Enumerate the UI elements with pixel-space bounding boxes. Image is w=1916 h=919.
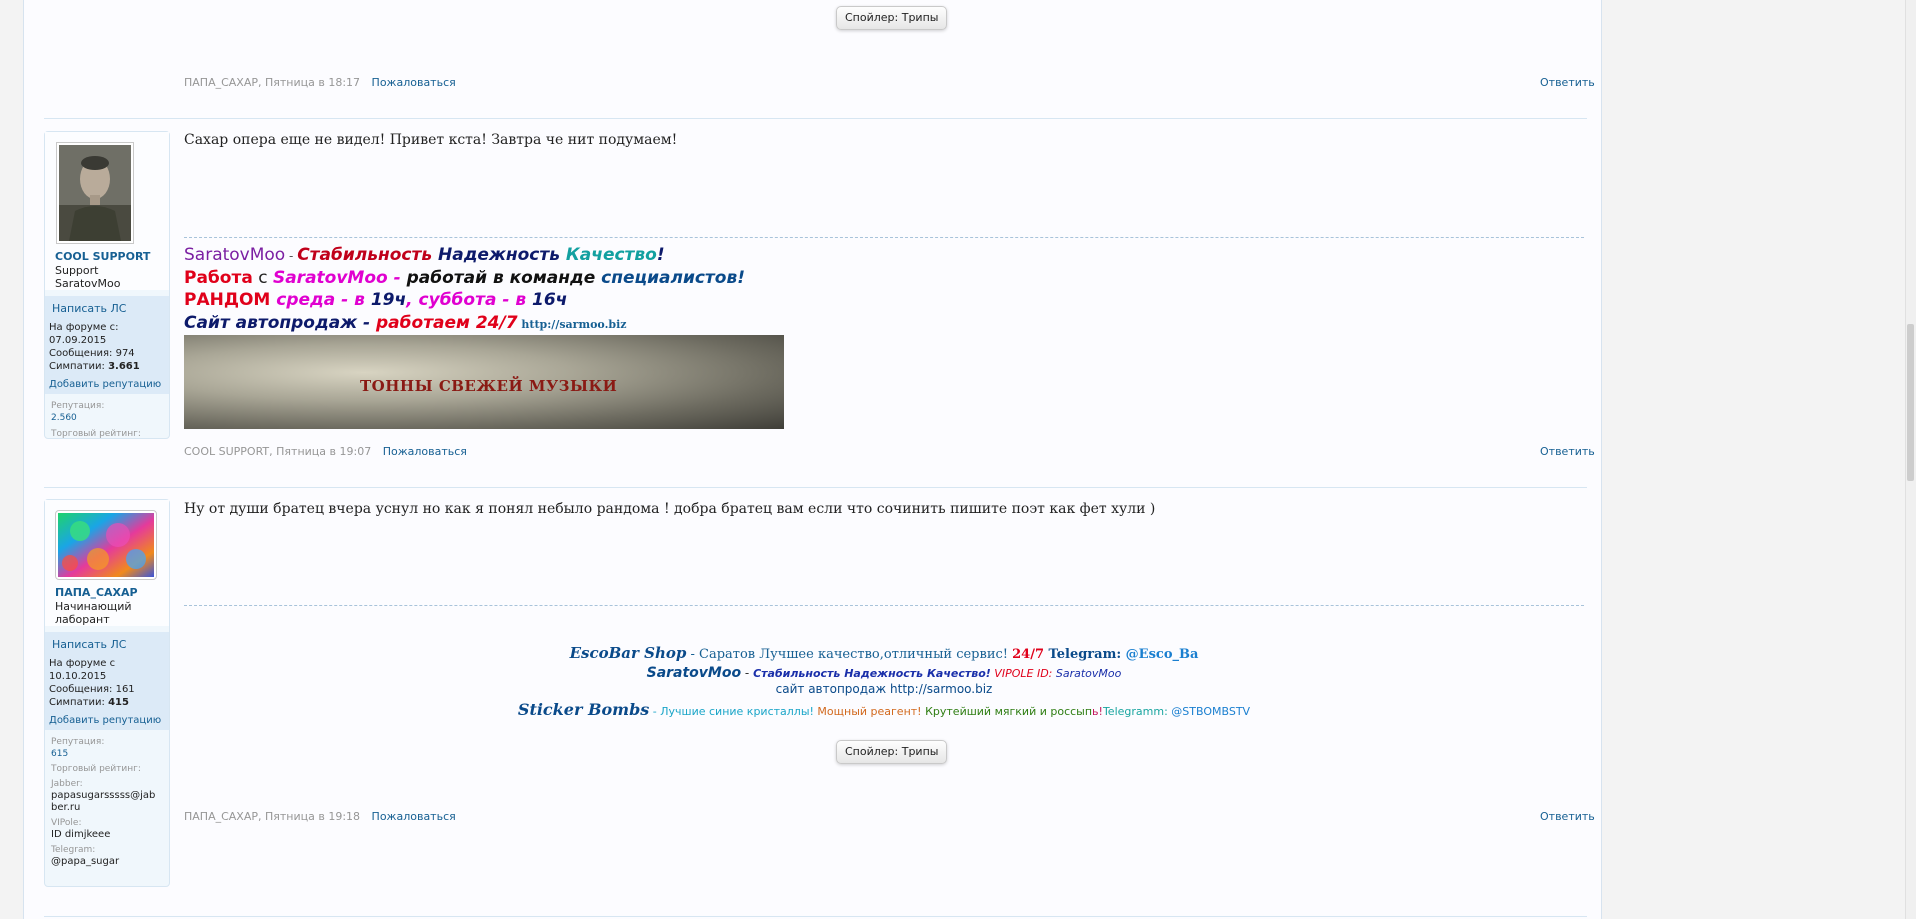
user-title: Начинающий лаборант [55, 600, 132, 626]
message-count: Сообщения: 161 [49, 684, 135, 695]
message-count: Сообщения: 974 [49, 348, 135, 359]
signature-line: Работа с SaratovMoo - работай в команде … [184, 268, 745, 288]
message-text: Сахар опера еще не видел! Привет кста! З… [184, 132, 678, 148]
reputation-value[interactable]: 615 [51, 748, 169, 760]
post-date: , Пятница в 19:18 [258, 810, 361, 823]
send-pm-link[interactable]: Написать ЛС [52, 638, 165, 651]
vipole-label: VIPole: [51, 818, 82, 828]
avatar[interactable] [55, 510, 157, 580]
trade-rating-label: Торговый рейтинг: [51, 764, 141, 774]
telegram-label: Telegram: [51, 845, 96, 855]
user-stats: Написать ЛС На форуме с: 07.09.2015 Сообщ… [45, 296, 169, 394]
post-date: , Пятница в 18:17 [258, 76, 361, 89]
avatar-picture [58, 513, 154, 577]
banner-text: ТОННЫ СВЕЖЕЙ МУЗЫКИ [360, 377, 618, 395]
scrollbar-thumb[interactable] [1907, 324, 1914, 481]
jabber-label: Jabber: [51, 779, 83, 789]
post-author-link[interactable]: ПАПА_САХАР [184, 810, 258, 823]
user-info-sidebar: ПАПА_САХАР Начинающий лаборант Написать … [44, 499, 170, 887]
post-meta: COOL SUPPORT, Пятница в 19:07 Пожаловать… [184, 445, 467, 458]
reputation-label: Репутация: [51, 401, 105, 411]
reply-link[interactable]: Ответить [1540, 445, 1595, 458]
post-meta: ПАПА_САХАР, Пятница в 19:18 Пожаловаться [184, 810, 456, 823]
report-link[interactable]: Пожаловаться [372, 810, 456, 823]
post-date: , Пятница в 19:07 [269, 445, 372, 458]
post-author-link[interactable]: ПАПА_САХАР [184, 76, 258, 89]
reputation-value[interactable]: 2.560 [51, 412, 169, 424]
user-info-sidebar: COOL SUPPORT Support SaratovMoo Написать… [44, 131, 170, 439]
signature-link[interactable]: http://sarmoo.biz [518, 318, 626, 331]
signature-line: Сайт автопродаж - работаем 24/7 http://s… [184, 313, 627, 333]
post-separator [44, 916, 1587, 917]
trade-rating-label: Торговый рейтинг: [51, 429, 141, 439]
post-separator [44, 487, 1587, 488]
username-link[interactable]: ПАПА_САХАР [55, 586, 169, 599]
report-link[interactable]: Пожаловаться [383, 445, 467, 458]
reply-link[interactable]: Ответить [1540, 76, 1595, 89]
reply-link[interactable]: Ответить [1540, 810, 1595, 823]
avatar-photo [59, 145, 131, 241]
reputation-label: Репутация: [51, 737, 105, 747]
signature-line: EscoBar Shop - Саратов Лучшее качество,о… [569, 644, 1199, 662]
jabber-value: papasugarsssss@jabber.ru [51, 790, 156, 813]
telegram-value: @papa_sugar [51, 856, 120, 867]
send-pm-link[interactable]: Написать ЛС [52, 302, 165, 315]
joined-date: На форуме с 10.10.2015 [49, 658, 116, 682]
signature-line: РАНДОМ среда - в 19ч, суббота - в 16ч [184, 290, 568, 310]
likes-count: Симпатии: 3.661 [49, 361, 140, 372]
report-link[interactable]: Пожаловаться [372, 76, 456, 89]
signature-line: сайт автопродаж http://sarmoo.biz [184, 682, 1584, 696]
signature-line: SaratovMoo - Стабильность Надежность Кач… [646, 665, 1122, 681]
post-separator [44, 118, 1587, 119]
spoiler-button[interactable]: Спойлер: Трипы [836, 740, 948, 764]
message-text: Ну от души братец вчера уснул но как я п… [184, 501, 1156, 517]
site-link[interactable]: сайт автопродаж http://sarmoo.biz [776, 682, 993, 696]
signature-line: Sticker Bombs - Лучшие синие кристаллы! … [517, 700, 1251, 719]
post-author-link[interactable]: COOL SUPPORT [184, 445, 269, 458]
add-reputation-link[interactable]: Добавить репутацию [49, 379, 165, 390]
telegram-link[interactable]: @Esco_Ba [1126, 647, 1199, 662]
signature-divider [184, 237, 1584, 238]
joined-date: На форуме с: 07.09.2015 [49, 322, 119, 346]
username-link[interactable]: COOL SUPPORT [55, 250, 169, 263]
add-reputation-link[interactable]: Добавить репутацию [49, 715, 165, 726]
likes-count: Симпатии: 415 [49, 697, 129, 708]
avatar[interactable] [56, 142, 134, 244]
post-meta: ПАПА_САХАР, Пятница в 18:17 Пожаловаться [184, 76, 456, 89]
telegram-link[interactable]: @STBOMBSTV [1171, 705, 1250, 718]
spoiler-button[interactable]: Спойлер: Трипы [836, 6, 948, 30]
user-stats: Написать ЛС На форуме с 10.10.2015 Сообще… [45, 632, 169, 730]
signature-divider [184, 605, 1584, 606]
user-title: Support SaratovMoo [55, 264, 121, 290]
vipole-value: ID dimjkeee [51, 829, 111, 840]
signature-line: SaratovMoo - Стабильность Надежность Кач… [184, 245, 665, 265]
signature-banner[interactable]: ТОННЫ СВЕЖЕЙ МУЗЫКИ [184, 335, 784, 429]
